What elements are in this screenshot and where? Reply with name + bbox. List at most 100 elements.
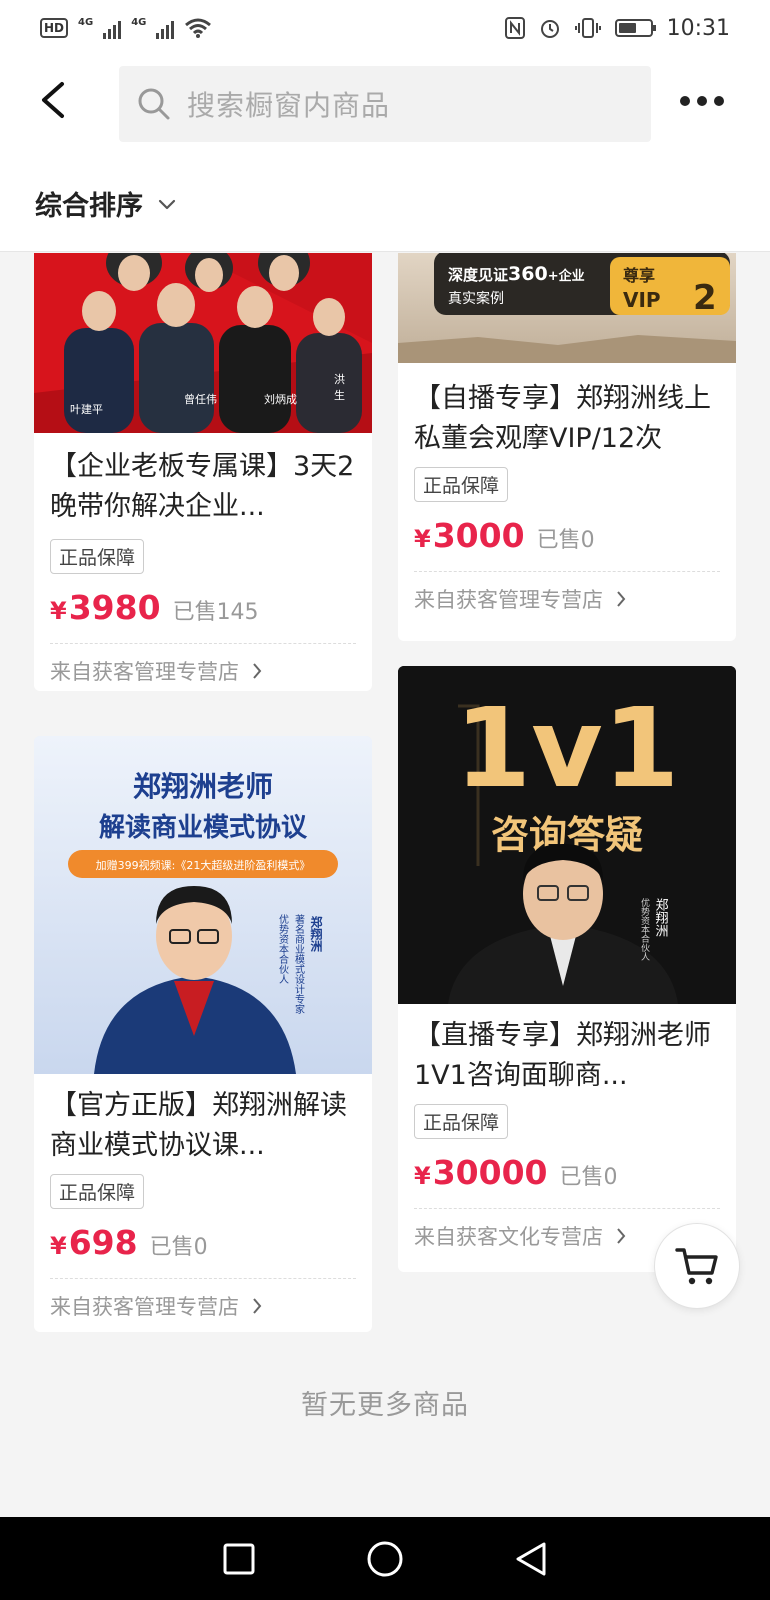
product-card[interactable]: 1v1 咨询答疑 郑翔洲 优势资本合伙人 【直播专享】郑翔洲老师1V1咨询面聊商… xyxy=(398,666,736,1272)
product-title[interactable]: 【直播专享】郑翔洲老师1V1咨询面聊商... xyxy=(398,1016,736,1096)
product-price: 698 xyxy=(68,1223,138,1262)
product-image[interactable]: 郑翔洲老师 解读商业模式协议 加赠399视频课:《21大超级进阶盈利模式》 郑翔… xyxy=(34,736,372,1074)
back-triangle-icon[interactable] xyxy=(514,1540,548,1578)
product-price: 3000 xyxy=(432,516,525,555)
sold-count: 已售0 xyxy=(559,1165,618,1190)
svg-text:优势资本合伙人: 优势资本合伙人 xyxy=(277,913,289,984)
authentic-badge: 正品保障 xyxy=(50,539,145,574)
battery-icon xyxy=(614,19,656,37)
more-dot xyxy=(697,96,707,106)
top-header: 搜索橱窗内商品 xyxy=(0,56,770,156)
signal-icon-2 xyxy=(156,17,175,39)
wifi-icon xyxy=(185,18,212,38)
vibrate-icon xyxy=(574,18,601,38)
price-row: ¥ 30000 已售0 xyxy=(398,1153,736,1192)
svg-text:著名商业模式设计专家: 著名商业模式设计专家 xyxy=(293,913,305,1014)
svg-text:尊享: 尊享 xyxy=(623,266,655,285)
status-left: HD 4G 4G xyxy=(40,17,212,39)
product-image[interactable]: 深度见证360+企业 真实案例 尊享 VIP 2 xyxy=(398,253,736,363)
shop-link[interactable]: 来自获客管理专营店 xyxy=(50,1278,356,1321)
system-nav-bar xyxy=(0,1517,770,1600)
shop-name: 来自获客文化专营店 xyxy=(414,1225,603,1249)
shop-name: 来自获客管理专营店 xyxy=(414,588,603,612)
sold-count: 已售0 xyxy=(536,528,595,553)
svg-text:优势资本合伙人: 优势资本合伙人 xyxy=(639,897,650,961)
more-dot xyxy=(714,96,724,106)
shop-name: 来自获客管理专营店 xyxy=(50,1295,239,1319)
chevron-down-icon[interactable] xyxy=(157,198,177,212)
product-grid: 叶建平 曾任伟 刘炳成 洪 生 【企业老板专属课】3天2晚带你解决企业... 正… xyxy=(0,253,770,1517)
authentic-badge: 正品保障 xyxy=(50,1174,145,1209)
thumb-name-1: 叶建平 xyxy=(70,402,103,416)
thumb-big: 1v1 xyxy=(455,684,680,812)
product-title[interactable]: 【企业老板专属课】3天2晚带你解决企业... xyxy=(34,447,372,527)
currency-symbol: ¥ xyxy=(414,525,431,553)
signal-icon-1 xyxy=(103,17,122,39)
product-image[interactable]: 1v1 咨询答疑 郑翔洲 优势资本合伙人 xyxy=(398,666,736,1004)
price-row: ¥ 698 已售0 xyxy=(34,1223,372,1262)
thumb-heading-1: 郑翔洲老师 xyxy=(133,770,273,803)
chevron-right-icon xyxy=(617,1228,626,1244)
status-right: 10:31 xyxy=(504,15,730,41)
product-price: 3980 xyxy=(68,588,161,627)
sold-count: 已售145 xyxy=(172,600,259,625)
price-row: ¥ 3000 已售0 xyxy=(398,516,736,555)
cart-icon xyxy=(675,1248,718,1285)
sold-count: 已售0 xyxy=(149,1235,208,1260)
shop-link[interactable]: 来自获客管理专营店 xyxy=(414,571,720,614)
svg-text:2: 2 xyxy=(693,278,717,318)
more-button[interactable] xyxy=(680,86,724,116)
svg-text:曾任伟: 曾任伟 xyxy=(184,392,217,406)
shop-link[interactable]: 来自获客管理专营店 xyxy=(50,643,356,686)
cart-button[interactable] xyxy=(654,1223,740,1309)
product-image-art: 郑翔洲老师 解读商业模式协议 加赠399视频课:《21大超级进阶盈利模式》 郑翔… xyxy=(34,736,372,1074)
sort-dropdown[interactable]: 综合排序 xyxy=(35,184,143,223)
product-card[interactable]: 叶建平 曾任伟 刘炳成 洪 生 【企业老板专属课】3天2晚带你解决企业... 正… xyxy=(34,253,372,691)
product-card[interactable]: 深度见证360+企业 真实案例 尊享 VIP 2 【自播专享】郑翔洲线上私董会观… xyxy=(398,253,736,641)
product-price: 30000 xyxy=(432,1153,548,1192)
search-icon xyxy=(138,88,170,120)
sort-bar: 综合排序 xyxy=(0,156,770,252)
price-row: ¥ 3980 已售145 xyxy=(34,588,372,627)
thumb-heading-2: 解读商业模式协议 xyxy=(99,812,308,843)
chevron-right-icon xyxy=(253,1298,262,1314)
authentic-badge: 正品保障 xyxy=(414,1104,509,1139)
currency-symbol: ¥ xyxy=(414,1162,431,1190)
chevron-right-icon xyxy=(253,663,262,679)
no-more-products: 暂无更多商品 xyxy=(301,1390,469,1421)
search-input[interactable]: 搜索橱窗内商品 xyxy=(119,66,651,142)
shop-name: 来自获客管理专营店 xyxy=(50,660,239,684)
more-dots-icon xyxy=(680,96,690,106)
currency-symbol: ¥ xyxy=(50,1232,67,1260)
home-circle-icon[interactable] xyxy=(366,1540,404,1578)
thumb-name: 郑翔洲 xyxy=(653,898,669,937)
svg-text:VIP: VIP xyxy=(623,288,661,312)
hd-icon: HD xyxy=(40,18,69,38)
status-time: 10:31 xyxy=(666,15,730,41)
thumb-pill: 加赠399视频课:《21大超级进阶盈利模式》 xyxy=(96,858,311,872)
nfc-icon xyxy=(504,17,525,39)
chevron-left-icon xyxy=(42,82,64,118)
chevron-right-icon xyxy=(617,591,626,607)
product-card[interactable]: 郑翔洲老师 解读商业模式协议 加赠399视频课:《21大超级进阶盈利模式》 郑翔… xyxy=(34,736,372,1332)
recents-square-icon[interactable] xyxy=(222,1542,256,1576)
alarm-icon xyxy=(540,20,559,38)
network-type-1: 4G xyxy=(78,17,94,28)
thumb-name: 郑翔洲 xyxy=(309,915,323,953)
status-bar: HD 4G 4G 10:31 xyxy=(0,0,770,56)
svg-text:生: 生 xyxy=(334,388,345,402)
product-title[interactable]: 【官方正版】郑翔洲解读商业模式协议课... xyxy=(34,1086,372,1166)
currency-symbol: ¥ xyxy=(50,597,67,625)
product-image[interactable]: 叶建平 曾任伟 刘炳成 洪 生 xyxy=(34,253,372,433)
authentic-badge: 正品保障 xyxy=(414,467,509,502)
product-title[interactable]: 【自播专享】郑翔洲线上私董会观摩VIP/12次 xyxy=(398,379,736,459)
network-type-2: 4G xyxy=(131,17,147,28)
product-image-art: 深度见证360+企业 真实案例 尊享 VIP 2 xyxy=(398,253,736,363)
search-placeholder: 搜索橱窗内商品 xyxy=(187,89,391,122)
back-button[interactable] xyxy=(32,76,76,124)
svg-text:刘炳成: 刘炳成 xyxy=(264,393,297,406)
product-image-art: 1v1 咨询答疑 郑翔洲 优势资本合伙人 xyxy=(398,666,736,1004)
product-image-art: 叶建平 曾任伟 刘炳成 洪 生 xyxy=(34,253,372,433)
thumb-line2: 真实案例 xyxy=(448,290,504,307)
svg-text:洪: 洪 xyxy=(334,372,345,386)
